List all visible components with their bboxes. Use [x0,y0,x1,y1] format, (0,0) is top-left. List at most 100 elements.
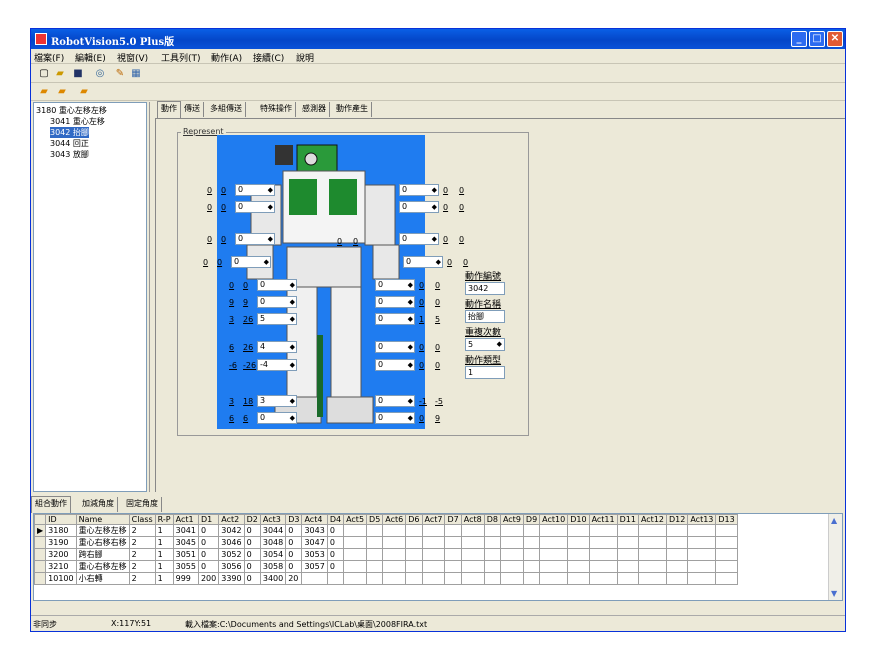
table-cell[interactable] [522,572,541,585]
table-cell[interactable]: 0 [285,548,303,561]
table-cell[interactable] [382,560,407,573]
table-cell[interactable] [687,572,717,585]
column-header[interactable]: Act9 [499,514,524,525]
menu-view[interactable]: 視窗(V) [117,51,148,64]
row-selector[interactable] [34,572,47,585]
table-cell[interactable] [539,548,569,561]
table-cell[interactable]: 3048 [259,536,287,549]
column-header[interactable]: Act5 [343,514,368,525]
table-cell[interactable] [499,524,524,537]
joint-angle-spinner[interactable]: 0 ◆ [375,359,415,371]
column-header[interactable]: Act3 [259,514,287,525]
table-cell[interactable] [665,536,689,549]
table-cell[interactable]: 3053 [301,548,328,561]
column-header[interactable]: Name [75,514,130,525]
action-no-field[interactable]: 3042 [465,282,505,295]
table-cell[interactable]: 3057 [301,560,328,573]
column-header[interactable]: Act2 [218,514,245,525]
tab-transfer[interactable]: 傳送 [181,102,204,117]
spin-arrows-icon[interactable]: ◆ [497,339,502,350]
table-cell[interactable]: 0 [285,560,303,573]
table-cell[interactable] [483,524,501,537]
table-cell[interactable]: 200 [197,572,220,585]
column-header[interactable]: R-P [154,514,174,525]
table-cell[interactable] [343,572,368,585]
column-header[interactable]: D1 [197,514,220,525]
table-cell[interactable] [715,536,738,549]
table-cell[interactable] [382,548,407,561]
table-cell[interactable] [405,572,423,585]
column-header[interactable]: D8 [483,514,501,525]
table-cell[interactable] [444,536,462,549]
joint-angle-spinner[interactable]: 0 ◆ [375,412,415,424]
tab-fixed-angle[interactable]: 固定角度 [123,497,162,512]
table-cell[interactable] [715,560,738,573]
table-row[interactable]: 3210 重心右移左移 2 1 3055 0 3056 0 3058 0 3057 0 [34,560,738,573]
table-cell[interactable] [567,572,590,585]
table-cell[interactable] [460,536,485,549]
table-cell[interactable] [715,524,738,537]
spin-arrows-icon[interactable]: ◆ [290,360,295,370]
column-header[interactable]: Act13 [687,514,717,525]
table-cell[interactable] [687,524,717,537]
table-cell[interactable] [382,572,407,585]
column-header[interactable]: D5 [366,514,384,525]
row-selector[interactable] [34,548,47,561]
spin-arrows-icon[interactable]: ◆ [432,185,437,195]
table-cell[interactable] [687,548,717,561]
scroll-down-icon[interactable]: ▼ [831,589,837,598]
table-cell[interactable]: 10100 [45,572,77,585]
table-cell[interactable]: 3052 [218,548,245,561]
menu-file[interactable]: 檔案(F) [34,51,64,64]
column-header[interactable]: D4 [326,514,345,525]
current-row-icon[interactable]: ▶ [34,524,47,537]
table-cell[interactable]: 1 [154,560,174,573]
table-cell[interactable] [616,548,639,561]
table-cell[interactable] [421,524,446,537]
column-header[interactable]: Act7 [421,514,446,525]
table-cell[interactable]: 0 [326,524,345,537]
table-cell[interactable]: 1 [154,572,174,585]
table-cell[interactable] [637,524,668,537]
menu-connect[interactable]: 接續(C) [253,51,284,64]
repeat-spinner[interactable]: 5 ◆ [465,338,505,351]
joint-angle-spinner[interactable]: 0 ◆ [375,296,415,308]
table-cell[interactable]: 2 [128,572,156,585]
table-cell[interactable]: 3044 [259,524,287,537]
spin-arrows-icon[interactable]: ◆ [268,202,273,212]
table-cell[interactable] [715,572,738,585]
spin-arrows-icon[interactable]: ◆ [290,413,295,423]
table-cell[interactable]: 2 [128,524,156,537]
column-header[interactable]: D6 [405,514,423,525]
table-cell[interactable] [687,536,717,549]
spin-arrows-icon[interactable]: ◆ [290,314,295,324]
table-cell[interactable] [665,548,689,561]
joint-angle-spinner[interactable]: 0 ◆ [235,233,275,245]
table-cell[interactable]: 3055 [172,560,199,573]
table-cell[interactable]: 1 [154,548,174,561]
new-file-icon[interactable]: ▢ [37,67,51,80]
table-cell[interactable]: 3390 [218,572,245,585]
column-header[interactable]: D9 [522,514,541,525]
joint-angle-spinner[interactable]: 0 ◆ [375,313,415,325]
action-name-field[interactable]: 抬腳 [465,310,505,323]
table-cell[interactable] [366,536,384,549]
table-cell[interactable]: 0 [326,548,345,561]
tree-item-selected[interactable]: 3042 抬腳 [50,127,89,138]
save-icon[interactable]: ■ [71,67,85,80]
table-cell[interactable] [343,524,368,537]
table-cell[interactable] [483,536,501,549]
table-cell[interactable] [326,572,345,585]
table-cell[interactable] [539,524,569,537]
table-cell[interactable]: 2 [128,536,156,549]
table-cell[interactable] [405,560,423,573]
table-cell[interactable] [522,536,541,549]
table-cell[interactable] [588,524,618,537]
table-cell[interactable] [444,560,462,573]
table-cell[interactable] [343,548,368,561]
table-cell[interactable]: 2 [128,560,156,573]
column-header[interactable]: ID [45,514,77,525]
column-header[interactable]: D12 [665,514,689,525]
table-cell[interactable] [715,548,738,561]
spin-arrows-icon[interactable]: ◆ [408,360,413,370]
